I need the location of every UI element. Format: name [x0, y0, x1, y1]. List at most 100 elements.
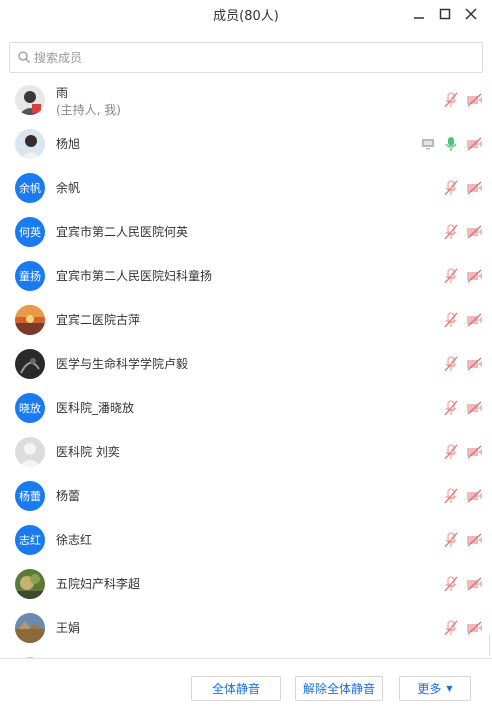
camera-off-icon[interactable]	[466, 180, 482, 196]
camera-off-icon[interactable]	[466, 356, 482, 372]
member-name: 余帆	[56, 181, 81, 195]
member-name: 徐志红	[56, 533, 93, 547]
muted-mic-icon[interactable]	[443, 92, 459, 108]
search-input[interactable]	[34, 46, 474, 70]
member-row[interactable]: 宜宾二医院古萍	[0, 298, 492, 342]
search-box[interactable]	[9, 42, 483, 73]
member-name: 医科院 刘奕	[56, 445, 120, 459]
member-row[interactable]: 晓放 医科院_潘晓放	[0, 386, 492, 430]
active-mic-icon[interactable]	[443, 136, 459, 152]
screen-share-icon	[420, 136, 436, 152]
muted-mic-icon[interactable]	[443, 356, 459, 372]
muted-mic-icon[interactable]	[443, 620, 459, 636]
member-status	[436, 356, 482, 372]
search-icon	[18, 51, 30, 63]
member-row[interactable]: 童扬 宜宾市第二人民医院妇科童扬	[0, 254, 492, 298]
footer: 全体静音 解除全体静音 更多 ▼	[0, 658, 492, 718]
avatar: 志红	[15, 525, 45, 555]
member-name: 医科院_潘晓放	[56, 401, 135, 415]
avatar	[15, 613, 45, 643]
minimize-button[interactable]	[406, 3, 432, 25]
member-row[interactable]: 杨蕾 杨蕾	[0, 474, 492, 518]
muted-mic-icon[interactable]	[443, 180, 459, 196]
member-row[interactable]: 医学与生命科学学院卢毅	[0, 342, 492, 386]
maximize-icon	[439, 8, 451, 20]
camera-off-icon[interactable]	[466, 268, 482, 284]
member-row[interactable]: 王娟	[0, 606, 492, 650]
muted-mic-icon[interactable]	[443, 444, 459, 460]
member-status	[436, 268, 482, 284]
close-button[interactable]	[458, 3, 484, 25]
member-status	[436, 576, 482, 592]
member-name: 雨	[56, 86, 69, 100]
member-row[interactable]: 五院妇产科李超	[0, 562, 492, 606]
member-status	[436, 312, 482, 328]
camera-off-icon[interactable]	[466, 532, 482, 548]
caret-down-icon: ▼	[446, 684, 453, 693]
avatar: 何英	[15, 217, 45, 247]
member-name: 宜宾市第二人民医院何英	[56, 225, 189, 239]
default-user-icon	[15, 437, 45, 467]
avatar: 余帆	[15, 173, 45, 203]
member-status	[436, 180, 482, 196]
member-row[interactable]: 何英 宜宾市第二人民医院何英	[0, 210, 492, 254]
camera-off-icon[interactable]	[466, 224, 482, 240]
camera-off-icon[interactable]	[466, 400, 482, 416]
member-role: (主持人, 我)	[56, 103, 121, 117]
muted-mic-icon[interactable]	[443, 268, 459, 284]
avatar: 童扬	[15, 261, 45, 291]
member-name: 宜宾市第二人民医院妇科童扬	[56, 269, 213, 283]
camera-off-icon[interactable]	[466, 444, 482, 460]
muted-mic-icon[interactable]	[443, 488, 459, 504]
member-name: 医学与生命科学学院卢毅	[56, 357, 189, 371]
minimize-icon	[414, 17, 424, 19]
avatar	[15, 305, 45, 335]
mute-all-button[interactable]: 全体静音	[191, 676, 281, 701]
more-button[interactable]: 更多 ▼	[399, 676, 471, 701]
muted-mic-icon[interactable]	[443, 576, 459, 592]
maximize-button[interactable]	[432, 3, 458, 25]
avatar: 杨蕾	[15, 481, 45, 511]
member-name: 宜宾二医院古萍	[56, 313, 141, 327]
more-label: 更多	[417, 682, 442, 696]
member-name: 王娟	[56, 621, 81, 635]
title-bar: 成员(80人)	[0, 0, 492, 30]
member-status	[436, 444, 482, 460]
member-status	[436, 532, 482, 548]
camera-off-icon[interactable]	[466, 312, 482, 328]
member-status	[436, 620, 482, 636]
member-list: 雨 (主持人, 我) 杨旭 余帆 余帆 何英 宜宾市第二人民医院何英 童扬 宜宾…	[0, 78, 492, 658]
muted-mic-icon[interactable]	[443, 224, 459, 240]
muted-mic-icon[interactable]	[443, 312, 459, 328]
member-status	[413, 136, 482, 152]
camera-off-icon[interactable]	[466, 576, 482, 592]
unmute-all-button[interactable]: 解除全体静音	[295, 676, 383, 701]
avatar	[15, 569, 45, 599]
close-icon	[465, 8, 477, 20]
camera-off-icon[interactable]	[466, 488, 482, 504]
member-row[interactable]	[0, 650, 492, 658]
camera-off-icon[interactable]	[466, 92, 482, 108]
member-row[interactable]: 志红 徐志红	[0, 518, 492, 562]
avatar	[15, 85, 45, 115]
avatar	[15, 349, 45, 379]
scrollbar[interactable]	[489, 634, 490, 656]
member-row[interactable]: 雨 (主持人, 我)	[0, 78, 492, 122]
member-status	[436, 92, 482, 108]
avatar	[15, 437, 45, 467]
member-name: 杨蕾	[56, 489, 81, 503]
member-name: 杨旭	[56, 137, 81, 151]
camera-off-icon[interactable]	[466, 136, 482, 152]
member-row[interactable]: 医科院 刘奕	[0, 430, 492, 474]
member-status	[436, 224, 482, 240]
window-controls	[406, 3, 484, 25]
avatar	[15, 129, 45, 159]
member-status	[436, 400, 482, 416]
avatar: 晓放	[15, 393, 45, 423]
member-name: 五院妇产科李超	[56, 577, 141, 591]
member-row[interactable]: 余帆 余帆	[0, 166, 492, 210]
muted-mic-icon[interactable]	[443, 532, 459, 548]
muted-mic-icon[interactable]	[443, 400, 459, 416]
member-row[interactable]: 杨旭	[0, 122, 492, 166]
camera-off-icon[interactable]	[466, 620, 482, 636]
